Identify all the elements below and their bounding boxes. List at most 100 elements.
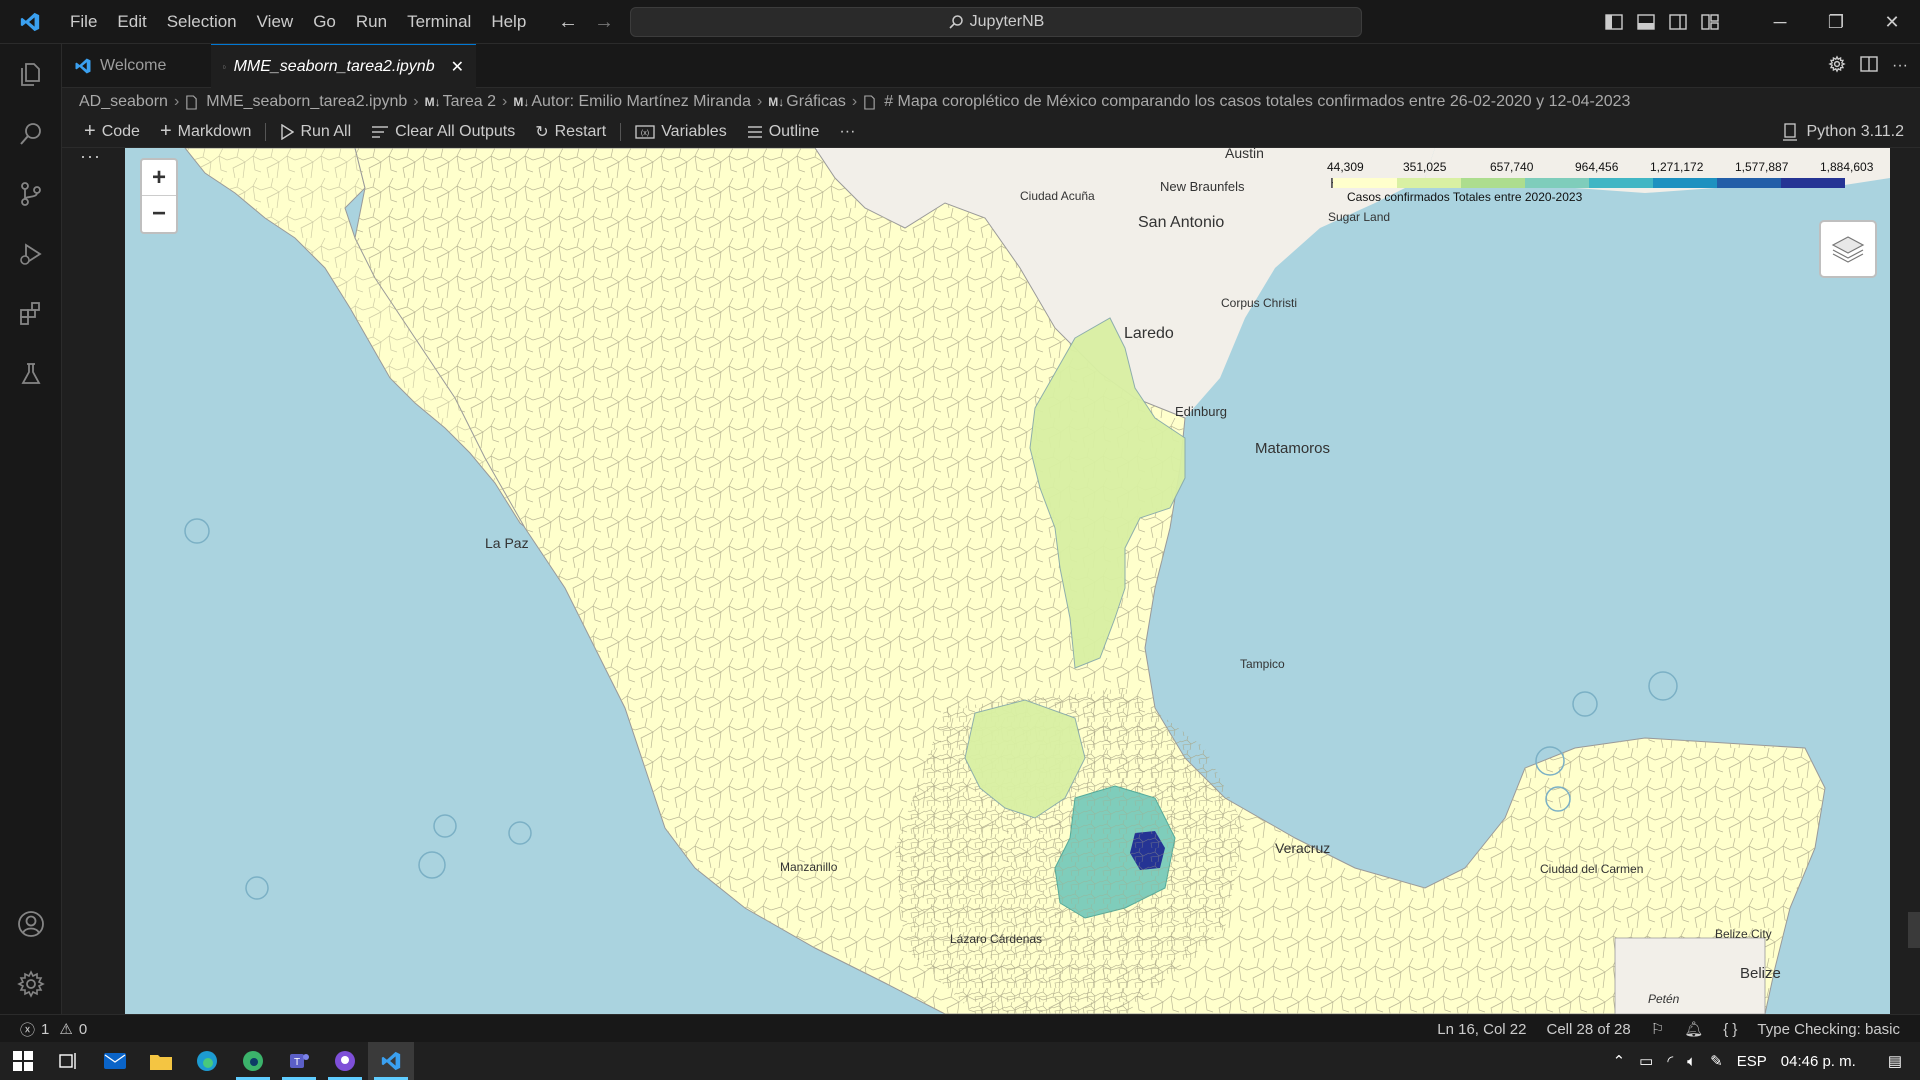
mail-icon[interactable] [92, 1042, 138, 1080]
outline-label: Outline [768, 122, 820, 140]
choropleth-map-output[interactable]: Austin New Braunfels San Antonio Ciudad … [125, 148, 1890, 1014]
add-markdown-label: Markdown [177, 122, 252, 140]
manage-gear-icon[interactable] [0, 956, 62, 1012]
plus-icon: + [159, 120, 172, 142]
back-arrow-icon[interactable]: ← [558, 11, 578, 34]
map-label-peten: Petén [1648, 992, 1680, 1006]
close-tab-icon[interactable]: ✕ [451, 57, 464, 77]
run-debug-icon[interactable] [0, 226, 62, 282]
breadcrumb-file[interactable]: MME_seaborn_tarea2.ipynb [206, 93, 407, 111]
source-control-icon[interactable] [0, 166, 62, 222]
add-code-label: Code [101, 122, 140, 140]
vertical-scrollbar-thumb[interactable] [1908, 912, 1920, 948]
toggle-primary-sidebar-icon[interactable] [1598, 0, 1630, 44]
breadcrumb-heading-2[interactable]: Autor: Emilio Martínez Miranda [531, 93, 751, 111]
battery-icon[interactable]: ▭ [1639, 1052, 1653, 1070]
clock[interactable]: 04:46 p. m. [1781, 1053, 1856, 1070]
feedback-icon[interactable]: ⚐ [1651, 1020, 1664, 1038]
breadcrumb-heading-1[interactable]: Tarea 2 [443, 93, 496, 111]
variables-button[interactable]: (x) Variables [625, 116, 737, 148]
minimize-button[interactable]: ─ [1752, 0, 1808, 44]
kernel-picker[interactable]: Python 3.11.2 [1782, 116, 1904, 148]
split-editor-icon[interactable] [1860, 55, 1878, 77]
variables-icon: (x) [635, 124, 655, 139]
menu-file[interactable]: File [60, 0, 107, 44]
add-markdown-cell-button[interactable]: + Markdown [150, 116, 262, 148]
restore-button[interactable]: ❐ [1808, 0, 1864, 44]
notifications-bell-icon[interactable]: 🔔︎ [1684, 1020, 1703, 1038]
breadcrumb-folder[interactable]: AD_seaborn [79, 93, 168, 111]
menu-go[interactable]: Go [303, 0, 346, 44]
explorer-icon[interactable] [0, 46, 62, 102]
braces-icon[interactable]: { } [1723, 1021, 1737, 1038]
run-all-button[interactable]: Run All [270, 116, 361, 148]
teams-icon[interactable]: T [276, 1042, 322, 1080]
plus-icon: + [84, 120, 96, 142]
input-language[interactable]: ESP [1737, 1053, 1767, 1070]
menu-selection[interactable]: Selection [157, 0, 247, 44]
notebook-toolbar: + Code + Markdown Run All Clear All Output… [62, 116, 1920, 148]
github-desktop-icon[interactable] [322, 1042, 368, 1080]
error-icon: ⓧ [20, 1021, 36, 1039]
windows-start-icon[interactable] [0, 1042, 46, 1080]
pen-icon[interactable]: ✎ [1710, 1052, 1723, 1070]
clear-all-outputs-button[interactable]: Clear All Outputs [361, 116, 525, 148]
vscode-taskbar-icon[interactable] [368, 1042, 414, 1080]
search-icon[interactable] [0, 106, 62, 162]
toolbar-more-button[interactable]: ··· [829, 116, 865, 148]
layer-control-button[interactable] [1819, 220, 1877, 278]
more-actions-icon[interactable]: ··· [1892, 57, 1908, 75]
menu-help[interactable]: Help [481, 0, 536, 44]
cell-indicator[interactable]: Cell 28 of 28 [1547, 1021, 1631, 1038]
notebook-settings-gear-icon[interactable] [1828, 54, 1846, 78]
type-checking-status[interactable]: Type Checking: basic [1757, 1021, 1900, 1038]
customize-layout-icon[interactable] [1694, 0, 1726, 44]
zoom-in-button[interactable]: + [142, 160, 176, 196]
toggle-panel-icon[interactable] [1630, 0, 1662, 44]
map-label-corpus-christi: Corpus Christi [1221, 296, 1297, 310]
menu-run[interactable]: Run [346, 0, 397, 44]
file-explorer-icon[interactable] [138, 1042, 184, 1080]
system-tray: ⌃ ▭ ◜ 🔈︎ ✎ ESP 04:46 p. m. ▤ [1613, 1042, 1920, 1080]
markdown-icon: M↓ [768, 95, 785, 109]
volume-icon[interactable]: 🔈︎ [1687, 1053, 1696, 1070]
kernel-label: Python 3.11.2 [1806, 123, 1904, 140]
map-label-ciudad-del-carmen: Ciudad del Carmen [1540, 862, 1643, 876]
menu-view[interactable]: View [247, 0, 304, 44]
close-button[interactable]: ✕ [1864, 0, 1920, 44]
forward-arrow-icon[interactable]: → [594, 11, 614, 34]
editor-tab-bar: Welcome MME_seaborn_tarea2.ipynb ✕ ··· [62, 44, 1920, 88]
tab-welcome[interactable]: Welcome [62, 44, 210, 88]
cell-more-actions[interactable]: ··· [80, 146, 101, 167]
vscode-logo-icon [0, 0, 60, 44]
testing-icon[interactable] [0, 346, 62, 402]
menu-edit[interactable]: Edit [107, 0, 156, 44]
cursor-position[interactable]: Ln 16, Col 22 [1437, 1021, 1526, 1038]
task-view-icon[interactable] [46, 1042, 92, 1080]
breadcrumb-heading-3[interactable]: Gráficas [786, 93, 846, 111]
warning-count: 0 [78, 1020, 88, 1038]
legend-color-swatch [1333, 178, 1397, 188]
problems-indicator[interactable]: ⓧ 1 ⚠ 0 [20, 1015, 87, 1043]
edge-dev-browser-icon[interactable] [230, 1042, 276, 1080]
variables-label: Variables [661, 122, 727, 140]
map-canvas[interactable]: Austin New Braunfels San Antonio Ciudad … [125, 148, 1890, 1014]
chevron-right-icon: › [413, 93, 419, 110]
restart-button[interactable]: ↻ Restart [525, 116, 616, 148]
legend-tick: 657,740 [1490, 160, 1534, 174]
toggle-secondary-sidebar-icon[interactable] [1662, 0, 1694, 44]
wifi-icon[interactable]: ◜ [1667, 1052, 1673, 1070]
menu-terminal[interactable]: Terminal [397, 0, 481, 44]
add-code-cell-button[interactable]: + Code [74, 116, 150, 148]
extensions-icon[interactable] [0, 286, 62, 342]
tab-notebook[interactable]: MME_seaborn_tarea2.ipynb ✕ [211, 44, 476, 88]
command-center[interactable]: JupyterNB [630, 7, 1362, 37]
accounts-icon[interactable] [0, 896, 62, 952]
notification-center-icon[interactable]: ▤ [1888, 1052, 1902, 1070]
zoom-out-button[interactable]: − [142, 196, 176, 232]
edge-browser-icon[interactable] [184, 1042, 230, 1080]
breadcrumb-cell[interactable]: # Mapa coroplético de México comparando … [884, 93, 1630, 111]
outline-button[interactable]: Outline [737, 116, 830, 148]
legend-caption: Casos confirmados Totales entre 2020-202… [1347, 190, 1583, 204]
show-hidden-icons-chevron-icon[interactable]: ⌃ [1613, 1052, 1626, 1070]
